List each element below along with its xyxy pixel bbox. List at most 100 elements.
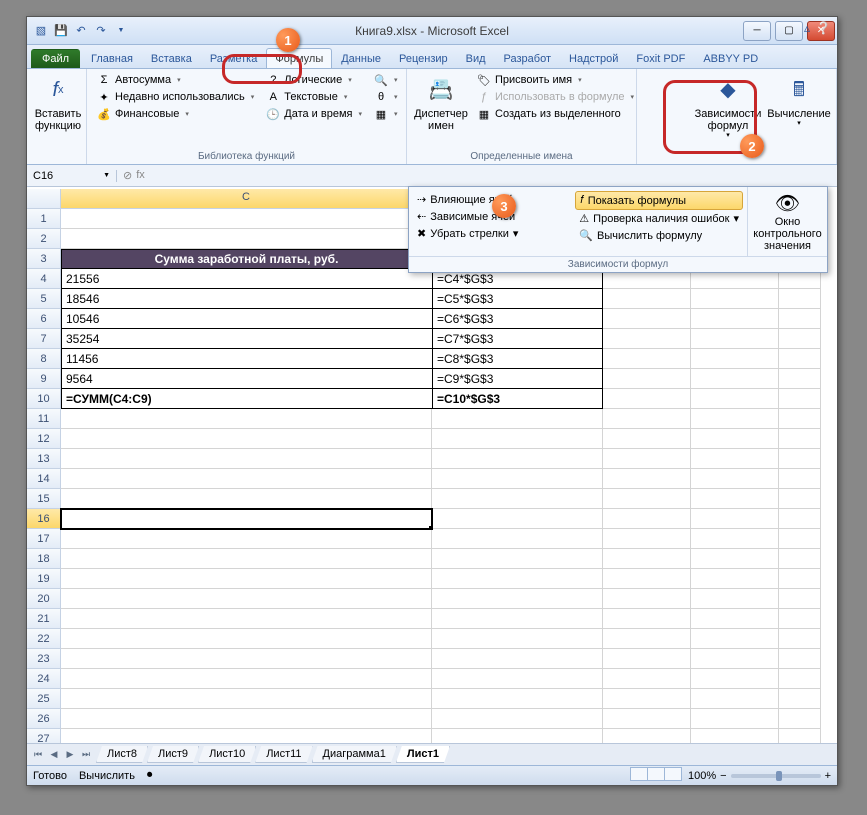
cell[interactable] — [603, 309, 691, 329]
row-header[interactable]: 12 — [27, 429, 61, 449]
row-header[interactable]: 15 — [27, 489, 61, 509]
row-header[interactable]: 25 — [27, 689, 61, 709]
error-checking-item[interactable]: ⚠Проверка наличия ошибок▾ — [575, 210, 743, 227]
select-all-corner[interactable] — [27, 189, 61, 209]
cell[interactable] — [691, 529, 779, 549]
cell[interactable] — [61, 449, 432, 469]
cell[interactable] — [603, 529, 691, 549]
cell[interactable]: =C8*$G$3 — [432, 349, 603, 369]
cell[interactable] — [603, 589, 691, 609]
zoom-slider[interactable] — [731, 774, 821, 778]
sheet-tab[interactable]: Лист10 — [198, 746, 256, 763]
cell[interactable] — [691, 569, 779, 589]
tab-formulas[interactable]: Формулы — [266, 48, 332, 68]
row-header[interactable]: 27 — [27, 729, 61, 743]
chevron-down-icon[interactable]: ▼ — [103, 172, 110, 179]
cell[interactable] — [779, 449, 821, 469]
cell[interactable]: =C6*$G$3 — [432, 309, 603, 329]
cell[interactable] — [603, 289, 691, 309]
redo-icon[interactable]: ↷ — [93, 23, 109, 39]
cell[interactable] — [691, 629, 779, 649]
row-header[interactable]: 9 — [27, 369, 61, 389]
cell[interactable] — [61, 649, 432, 669]
tab-data[interactable]: Данные — [332, 48, 390, 68]
cell[interactable] — [432, 689, 603, 709]
sheet-tab[interactable]: Лист9 — [147, 746, 199, 763]
text-button[interactable]: AТекстовые▾ — [262, 89, 366, 105]
cell[interactable] — [779, 629, 821, 649]
sheet-tab[interactable]: Лист11 — [255, 746, 312, 763]
cell[interactable]: =C10*$G$3 — [432, 389, 603, 409]
cell[interactable] — [691, 369, 779, 389]
cell[interactable] — [603, 509, 691, 529]
show-formulas-item[interactable]: 𝑓Показать формулы — [575, 191, 743, 210]
cell[interactable] — [691, 649, 779, 669]
trace-dependents-item[interactable]: ⇠Зависимые ячей — [413, 208, 567, 225]
cell[interactable] — [603, 409, 691, 429]
cell[interactable] — [691, 429, 779, 449]
row-header[interactable]: 2 — [27, 229, 61, 249]
cell[interactable] — [691, 669, 779, 689]
cell[interactable] — [779, 289, 821, 309]
cell[interactable] — [603, 549, 691, 569]
cell[interactable] — [432, 449, 603, 469]
cell[interactable] — [603, 629, 691, 649]
cell[interactable] — [61, 489, 432, 509]
cell[interactable] — [61, 609, 432, 629]
zoom-out-icon[interactable]: − — [720, 770, 726, 782]
cell[interactable] — [603, 389, 691, 409]
cell[interactable] — [779, 369, 821, 389]
cell[interactable] — [432, 669, 603, 689]
cell[interactable] — [779, 689, 821, 709]
cell[interactable] — [779, 609, 821, 629]
cell[interactable] — [691, 509, 779, 529]
cell[interactable] — [691, 489, 779, 509]
cell[interactable]: 35254 — [61, 329, 432, 349]
cell[interactable] — [779, 529, 821, 549]
remove-arrows-item[interactable]: ✖Убрать стрелки▾ — [413, 225, 567, 242]
cell[interactable] — [779, 429, 821, 449]
tab-foxit[interactable]: Foxit PDF — [627, 48, 694, 68]
prev-sheet-icon[interactable]: ◀ — [47, 749, 61, 760]
cell[interactable] — [779, 569, 821, 589]
watch-window-button[interactable]: 👁 Окно контрольного значения — [747, 187, 827, 256]
view-buttons[interactable] — [631, 767, 682, 784]
sheet-tab[interactable]: Лист1 — [396, 746, 450, 763]
cancel-icon[interactable]: ⊘ — [123, 169, 132, 182]
cell[interactable] — [603, 669, 691, 689]
cell[interactable] — [432, 489, 603, 509]
next-sheet-icon[interactable]: ▶ — [63, 749, 77, 760]
help-icon[interactable]: ❔ — [816, 21, 831, 35]
col-header-C[interactable]: C — [61, 189, 432, 209]
cell[interactable] — [691, 609, 779, 629]
cell[interactable] — [779, 469, 821, 489]
cell[interactable] — [779, 409, 821, 429]
cell[interactable] — [61, 589, 432, 609]
row-header[interactable]: 19 — [27, 569, 61, 589]
macro-record-icon[interactable]: ⏺ — [147, 769, 153, 782]
cell[interactable] — [603, 729, 691, 743]
cell[interactable]: 9564 — [61, 369, 432, 389]
cell[interactable] — [779, 389, 821, 409]
cell[interactable] — [779, 669, 821, 689]
cell[interactable] — [61, 709, 432, 729]
cell[interactable] — [779, 509, 821, 529]
cell[interactable] — [603, 649, 691, 669]
cell[interactable]: =СУММ(C4:C9) — [61, 389, 432, 409]
cell[interactable] — [432, 509, 603, 529]
cell[interactable] — [61, 729, 432, 743]
tab-home[interactable]: Главная — [82, 48, 142, 68]
calculation-button[interactable]: 🖩 Вычисление ▾ — [768, 72, 830, 164]
cell-header-salary[interactable]: Сумма заработной платы, руб. — [61, 249, 432, 269]
define-name-button[interactable]: 🏷Присвоить имя▾ — [473, 72, 638, 88]
cell[interactable] — [432, 469, 603, 489]
cell[interactable] — [432, 589, 603, 609]
cell[interactable] — [432, 709, 603, 729]
zoom-control[interactable]: 100% − + — [688, 770, 831, 782]
cell[interactable] — [779, 549, 821, 569]
cell[interactable] — [61, 209, 432, 229]
sheet-tab[interactable]: Диаграмма1 — [312, 746, 397, 763]
cell[interactable] — [779, 709, 821, 729]
lookup-button[interactable]: 🔍▾ — [370, 72, 402, 88]
cell[interactable] — [691, 729, 779, 743]
